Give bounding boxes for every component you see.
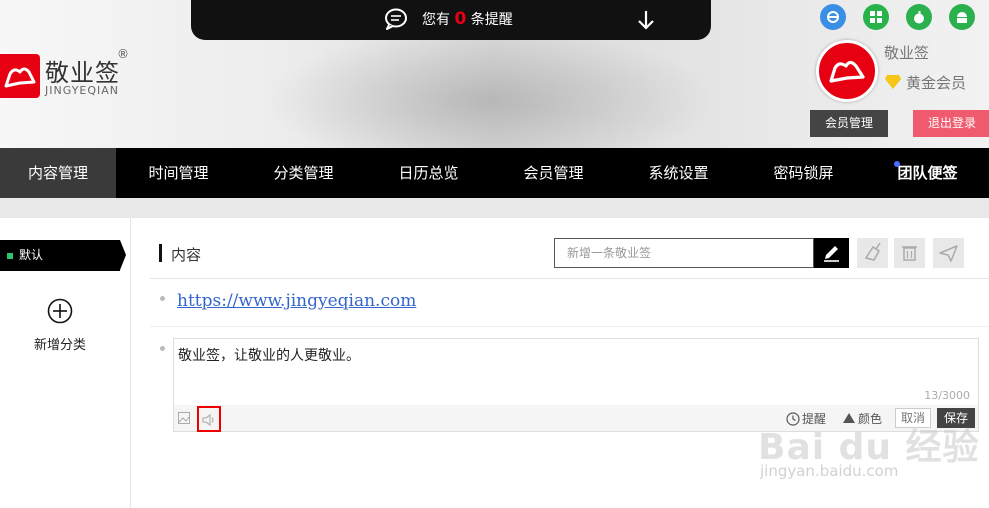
ie-icon[interactable]: [820, 4, 846, 30]
image-icon[interactable]: [178, 412, 190, 424]
category-sidebar: 默认 新增分类: [0, 218, 131, 508]
note-link[interactable]: https://www.jingyeqian.com: [177, 291, 416, 311]
nav-password-lock[interactable]: 密码锁屏: [741, 148, 866, 198]
send-button[interactable]: [933, 238, 964, 268]
signature-cloud-icon: [4, 67, 36, 88]
nav-calendar-overview[interactable]: 日历总览: [366, 148, 491, 198]
plus-circle-icon: [47, 298, 73, 324]
member-level: 黄金会员: [884, 72, 966, 93]
registered-mark: ®: [117, 47, 129, 61]
logo-mark: [0, 54, 40, 98]
edit-button[interactable]: [814, 238, 849, 268]
new-note-input[interactable]: [554, 238, 814, 268]
clock-icon: [786, 412, 800, 426]
new-dot: [894, 161, 900, 167]
nav-time-management[interactable]: 时间管理: [116, 148, 241, 198]
notification-bar[interactable]: 您有 0 条提醒: [191, 0, 711, 40]
trash-icon: [902, 246, 917, 261]
logout-button[interactable]: 退出登录: [913, 110, 989, 137]
notification-text: 您有 0 条提醒: [422, 9, 513, 29]
nav-system-settings[interactable]: 系统设置: [616, 148, 741, 198]
editor-text[interactable]: 敬业签，让敬业的人更敬业。: [178, 345, 360, 365]
category-label: 默认: [19, 248, 44, 262]
windows-icon[interactable]: [863, 4, 889, 30]
note-bullet: [160, 346, 165, 351]
add-category-button[interactable]: 新增分类: [0, 298, 120, 353]
divider: [150, 326, 989, 327]
nav-team-notes[interactable]: 团队便签: [866, 148, 989, 198]
nav-category-management[interactable]: 分类管理: [241, 148, 366, 198]
speaker-icon: [202, 413, 214, 427]
add-category-label: 新增分类: [33, 338, 86, 353]
diamond-icon: [885, 75, 901, 89]
category-default[interactable]: 默认: [0, 240, 126, 271]
editor-toolbar: 提醒 颜色 取消 保存: [174, 405, 978, 432]
category-dot: [7, 253, 13, 259]
user-name: 敬业签: [884, 44, 930, 62]
cancel-button[interactable]: 取消: [895, 408, 931, 428]
section-title: 内容: [171, 246, 202, 264]
broom-icon: [864, 242, 881, 261]
notification-count: 0: [454, 9, 467, 29]
content-panel: 内容 新增一条敬业签 https://www.jingyeqian.com 敬业…: [150, 218, 989, 508]
voice-button[interactable]: [197, 406, 221, 432]
clear-button[interactable]: [857, 238, 888, 268]
arrow-down-icon[interactable]: [637, 9, 655, 31]
subbar: [0, 198, 989, 218]
section-marker: [159, 244, 162, 262]
nav-content-management[interactable]: 内容管理: [0, 148, 116, 198]
main-nav: 内容管理 时间管理 分类管理 日历总览 会员管理 系统设置 密码锁屏 团队便签: [0, 148, 989, 198]
signature-cloud-icon: [829, 60, 865, 83]
avatar[interactable]: [816, 40, 878, 102]
chat-bubble-icon: [385, 8, 407, 30]
note-bullet: [160, 296, 165, 301]
color-option[interactable]: 颜色: [842, 410, 882, 427]
char-counter: 13/3000: [924, 389, 970, 402]
divider: [150, 278, 989, 279]
save-button[interactable]: 保存: [937, 408, 975, 428]
pencil-icon: [824, 246, 839, 262]
delete-button[interactable]: [894, 238, 925, 268]
triangle-icon: [843, 413, 855, 423]
android-icon[interactable]: [949, 4, 975, 30]
nav-member-management[interactable]: 会员管理: [491, 148, 616, 198]
paper-plane-icon: [939, 245, 958, 262]
member-management-button[interactable]: 会员管理: [810, 110, 888, 137]
logo-pinyin: JINGYEQIAN: [45, 84, 120, 97]
apple-icon[interactable]: [906, 4, 932, 30]
logo-name: 敬业签: [45, 59, 120, 87]
remind-option[interactable]: 提醒: [786, 410, 826, 427]
note-editor[interactable]: 敬业签，让敬业的人更敬业。 13/3000 提醒 颜色 取消 保存: [173, 338, 979, 432]
